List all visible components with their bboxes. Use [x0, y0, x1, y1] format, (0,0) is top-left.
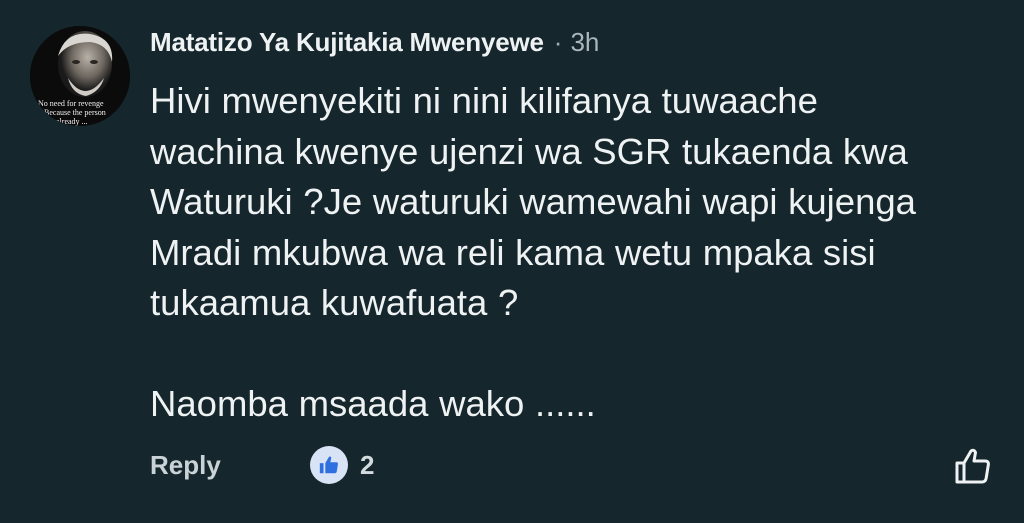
reaction-count: 2 [360, 449, 375, 480]
author-name[interactable]: Matatizo Ya Kujitakia Mwenyewe [150, 27, 544, 58]
reaction-summary[interactable]: 2 [310, 446, 374, 484]
thumbs-up-outline-icon [955, 448, 990, 484]
avatar-caption-line-3: already ... [56, 117, 88, 126]
like-button[interactable] [951, 444, 995, 488]
separator-dot: · [553, 27, 563, 57]
timestamp: 3h [570, 27, 600, 57]
comment-text: Hivi mwenyekiti ni nini kilifanya tuwaac… [150, 80, 916, 424]
avatar-caption-line-1: No need for revenge [38, 99, 104, 108]
comment: No need for revenge Because the person a… [0, 0, 1024, 523]
comment-header: Matatizo Ya Kujitakia Mwenyewe · 3h [150, 27, 599, 58]
thumbs-up-icon [310, 446, 348, 484]
avatar-image: No need for revenge Because the person a… [30, 26, 130, 126]
avatar[interactable]: No need for revenge Because the person a… [30, 26, 130, 126]
reply-button[interactable]: Reply [150, 450, 221, 481]
avatar-caption-line-2: Because the person [44, 108, 106, 117]
comment-actions: Reply 2 [150, 446, 995, 496]
